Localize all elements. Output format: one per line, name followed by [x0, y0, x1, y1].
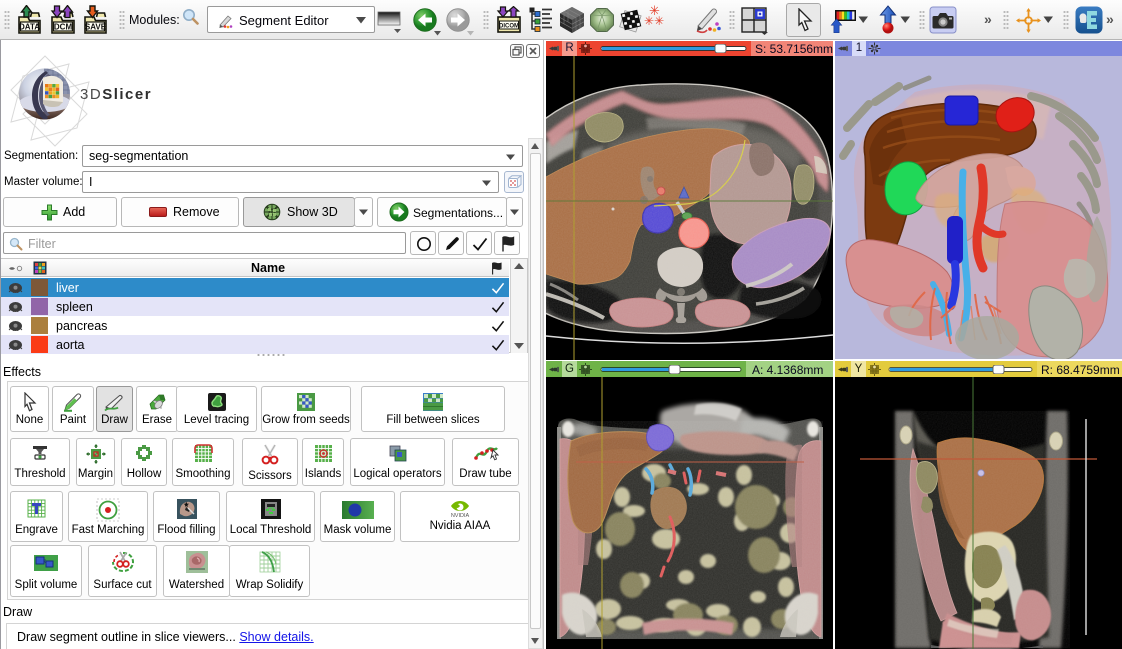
svg-text:SAVE: SAVE [85, 23, 107, 32]
svg-text:NVIDIA: NVIDIA [451, 513, 470, 518]
svg-text:DCM: DCM [54, 23, 73, 32]
svg-text:DATA: DATA [19, 23, 40, 32]
svg-text:DICOM: DICOM [499, 24, 519, 30]
